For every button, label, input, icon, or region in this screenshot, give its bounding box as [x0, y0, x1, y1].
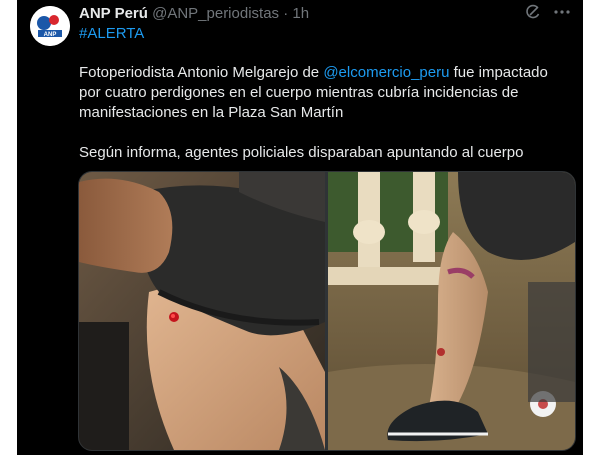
tweet-card[interactable]: ANP ANP Perú @ANP_periodistas · 1h #ALER… [17, 0, 583, 455]
grok-icon[interactable] [525, 4, 541, 25]
more-options-icon[interactable] [553, 4, 571, 25]
display-name[interactable]: ANP Perú [79, 5, 148, 22]
tweet-actions-top [525, 4, 571, 25]
mention-link[interactable]: @elcomercio_peru [323, 64, 449, 81]
torso-wound-photo[interactable] [79, 172, 325, 450]
tweet-text: Fotoperiodista Antonio Melgarejo de @elc… [79, 63, 573, 163]
separator-dot: · [283, 5, 289, 22]
tweet-paragraph-2: Según informa, agentes policiales dispar… [79, 144, 524, 161]
user-handle[interactable]: @ANP_periodistas [152, 5, 279, 22]
media-grid [78, 171, 576, 451]
tweet-paragraph-1: Fotoperiodista Antonio Melgarejo de @elc… [79, 63, 573, 123]
leg-wound-photo[interactable] [328, 172, 575, 450]
avatar[interactable]: ANP [30, 6, 70, 46]
svg-text:ANP: ANP [44, 32, 57, 38]
hashtag-link[interactable]: #ALERTA [79, 25, 144, 42]
tweet-header: ANP Perú @ANP_periodistas · 1h [79, 5, 309, 22]
text-before-mention: Fotoperiodista Antonio Melgarejo de [79, 64, 324, 81]
timestamp[interactable]: 1h [292, 5, 309, 22]
